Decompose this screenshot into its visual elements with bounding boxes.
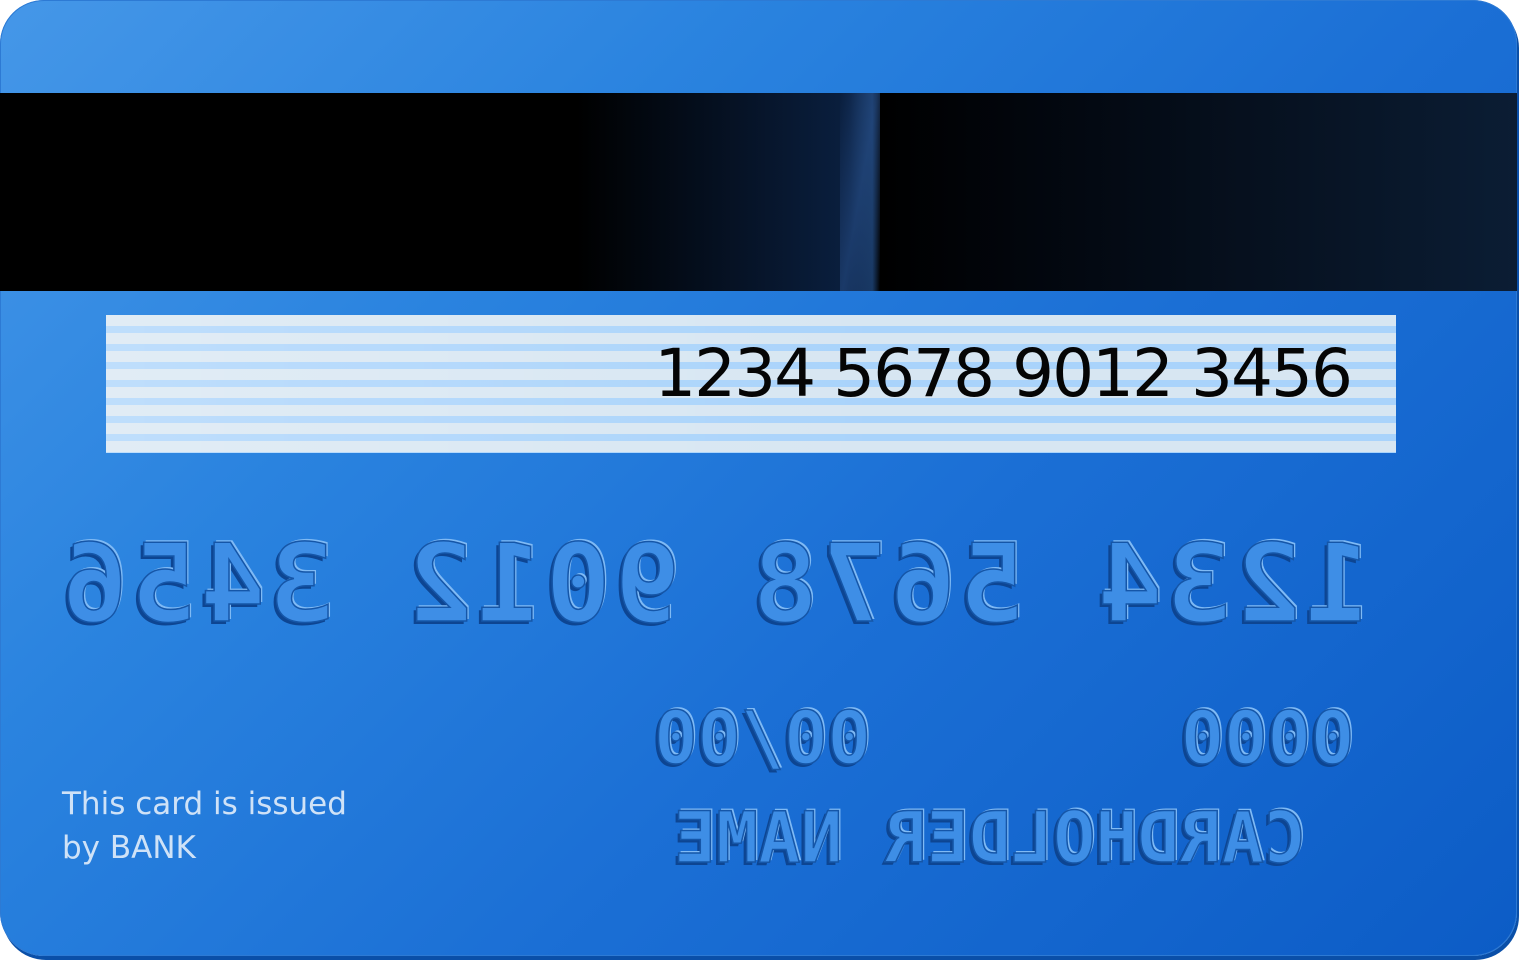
- signature-panel: 1234 5678 9012 3456: [106, 315, 1396, 453]
- magnetic-stripe: [0, 93, 1517, 291]
- credit-card-back: 1234 5678 9012 3456 1234 5678 9012 3456 …: [0, 0, 1517, 956]
- issuer-note: This card is issued by BANK: [62, 782, 347, 870]
- issuer-note-line-2: by BANK: [62, 830, 196, 866]
- issuer-note-line-1: This card is issued: [62, 786, 347, 822]
- embossed-code: 0000: [1180, 695, 1355, 781]
- embossed-card-number: 1234 5678 9012 3456: [58, 521, 1371, 648]
- stripe-highlight: [840, 93, 880, 291]
- embossed-expiry-date: 00/00: [653, 695, 871, 781]
- embossed-cardholder-name: CARDHOLDER NAME: [673, 796, 1307, 880]
- signature-panel-number: 1234 5678 9012 3456: [654, 335, 1353, 412]
